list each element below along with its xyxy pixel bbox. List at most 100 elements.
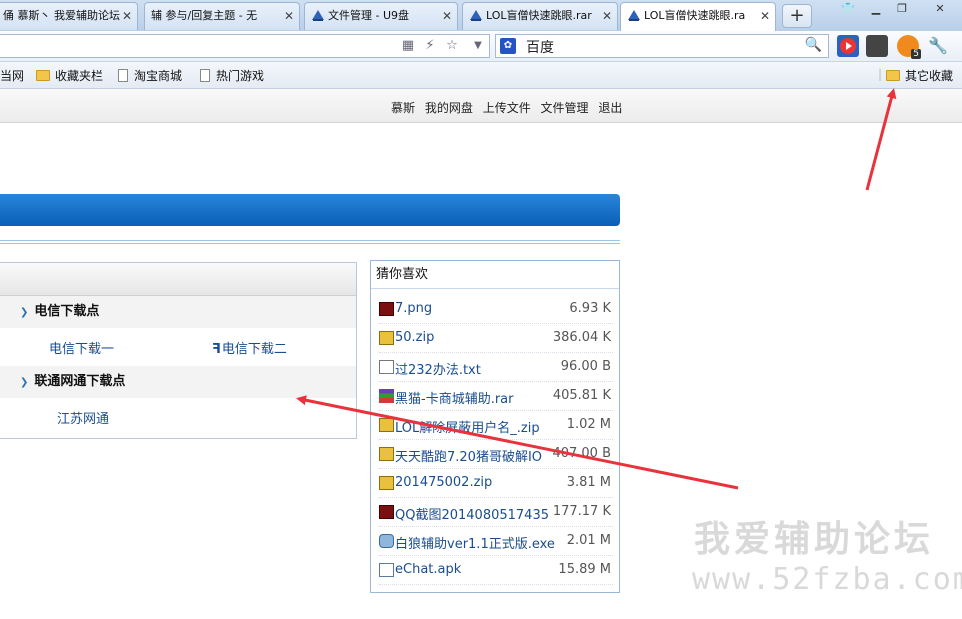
file-manage-link[interactable]: 文件管理: [541, 101, 589, 115]
restore-icon[interactable]: ❐: [890, 1, 914, 19]
bookmark-label: 淘宝商城: [134, 69, 183, 83]
my-disk-link[interactable]: 我的网盘: [425, 101, 473, 115]
telecom-links: 电信下载一 ꟻ电信下载二: [0, 328, 356, 366]
title-banner: [0, 194, 620, 226]
qrcode-icon[interactable]: ▦: [398, 37, 418, 55]
telecom-download-2[interactable]: ꟻ电信下载二: [212, 338, 287, 357]
file-name[interactable]: 白狼辅助ver1.1正式版.exe: [395, 533, 555, 552]
file-name[interactable]: 天天酷跑7.20猪哥破解IO: [395, 446, 555, 465]
zip-icon: [379, 447, 394, 461]
close-icon[interactable]: ✕: [122, 3, 132, 29]
upload-link[interactable]: 上传文件: [483, 101, 531, 115]
close-icon[interactable]: ✕: [442, 3, 452, 29]
file-size: 1.02 M: [566, 417, 611, 432]
search-box[interactable]: ✿ 百度 🔍: [495, 34, 829, 58]
close-icon[interactable]: ✕: [284, 3, 294, 29]
close-window-icon[interactable]: ✕: [928, 1, 952, 19]
zip-icon: [379, 418, 394, 432]
search-engine-label: 百度: [526, 40, 554, 56]
dropdown-icon[interactable]: ▼: [468, 37, 488, 55]
tab-title: LOL盲僧快速跳眼.ra: [644, 9, 746, 22]
file-size: 386.04 K: [552, 330, 611, 345]
bookmark-item[interactable]: 淘宝商城: [118, 67, 182, 84]
page-icon: [200, 69, 210, 82]
png-icon: [379, 302, 394, 316]
file-name[interactable]: QQ截图2014080517435: [395, 504, 555, 523]
file-name[interactable]: LOL解除屏蔽用户名_.zip: [395, 417, 555, 436]
minimize-icon[interactable]: ▁: [864, 1, 888, 19]
divider: [0, 240, 620, 244]
file-name[interactable]: 7.png: [395, 301, 555, 316]
address-toolbar: ▦ ⚡ ☆ ▼ ✿ 百度 🔍 5 🔧: [0, 31, 962, 62]
file-name[interactable]: eChat.apk: [395, 562, 555, 577]
file-size: 2.01 M: [566, 533, 611, 548]
file-size: 177.17 K: [552, 504, 611, 519]
telecom-download-1[interactable]: 电信下载一: [49, 338, 114, 357]
recommend-item[interactable]: 天天酷跑7.20猪哥破解IO 407.00 B: [379, 440, 613, 469]
browser-tab[interactable]: 俑 慕斯丶 我爱辅助论坛 ✕: [0, 2, 138, 30]
file-name[interactable]: 201475002.zip: [395, 475, 555, 490]
watermark-url: www.52fzba.com: [692, 562, 962, 597]
bookmark-label: 热门游戏: [216, 69, 265, 83]
site-header: 慕斯 我的网盘 上传文件 文件管理 退出: [0, 89, 962, 123]
recommend-item[interactable]: 过232办法.txt 96.00 B: [379, 353, 613, 382]
file-name[interactable]: 50.zip: [395, 330, 555, 345]
other-bookmarks[interactable]: 其它收藏: [886, 67, 953, 84]
download-panel: ❯ 电信下载点 电信下载一 ꟻ电信下载二 ❯ 联通网通下载点 江苏网通: [0, 262, 357, 439]
browser-tab[interactable]: 辅 参与/回复主题 - 无 ✕: [144, 2, 300, 30]
close-icon[interactable]: ✕: [760, 3, 770, 29]
link-label: 电信下载二: [221, 342, 287, 357]
cinema-icon[interactable]: [866, 35, 888, 57]
tab-title: 辅 参与/回复主题 - 无: [151, 9, 258, 22]
bookmark-folder[interactable]: 收藏夹栏: [36, 67, 103, 84]
download-panel-header: [0, 263, 356, 296]
user-nav: 慕斯 我的网盘 上传文件 文件管理 退出: [391, 99, 628, 116]
recommend-item[interactable]: QQ截图2014080517435 177.17 K: [379, 498, 613, 527]
new-tab-button[interactable]: +: [782, 4, 812, 28]
folder-icon: [36, 70, 50, 81]
recommend-item[interactable]: 白狼辅助ver1.1正式版.exe 2.01 M: [379, 527, 613, 556]
file-size: 407.00 B: [552, 446, 611, 461]
user-name[interactable]: 慕斯: [391, 101, 415, 115]
recommend-item[interactable]: 7.png 6.93 K: [379, 295, 613, 324]
extension-badge: 5: [911, 49, 921, 59]
section-label: 联通网通下载点: [34, 374, 126, 389]
logout-link[interactable]: 退出: [598, 101, 622, 115]
apk-icon: [379, 563, 394, 577]
video-icon[interactable]: [837, 35, 859, 57]
bookmark-item[interactable]: 当网: [0, 67, 24, 84]
unicom-download-1[interactable]: 江苏网通: [57, 408, 109, 427]
url-field[interactable]: ▦ ⚡ ☆ ▼: [0, 34, 490, 58]
file-name[interactable]: 过232办法.txt: [395, 359, 555, 378]
recommend-item[interactable]: 黑猫-卡商城辅助.rar 405.81 K: [379, 382, 613, 411]
rar-icon: [379, 389, 394, 403]
recommend-item[interactable]: 50.zip 386.04 K: [379, 324, 613, 353]
close-icon[interactable]: ✕: [602, 3, 612, 29]
chevron-right-icon: ❯: [20, 377, 29, 388]
baidu-icon[interactable]: ✿: [500, 38, 516, 54]
watermark-title: 我爱辅助论坛: [694, 519, 935, 560]
search-icon[interactable]: 🔍: [805, 37, 822, 53]
browser-tab[interactable]: LOL盲僧快速跳眼.rar ✕: [462, 2, 618, 30]
wrench-icon[interactable]: 🔧: [928, 36, 950, 58]
browser-tab-active[interactable]: LOL盲僧快速跳眼.ra ✕: [620, 2, 776, 31]
unicom-links: 江苏网通: [0, 398, 356, 436]
recommend-item[interactable]: eChat.apk 15.89 M: [379, 556, 613, 585]
bookmark-label: 收藏夹栏: [55, 69, 104, 83]
extension-icon[interactable]: 5: [897, 35, 921, 59]
bookmarks-bar: 当网 收藏夹栏 淘宝商城 热门游戏 | 其它收藏: [0, 62, 962, 89]
exe-icon: [379, 534, 394, 548]
lightning-icon[interactable]: ⚡: [420, 37, 440, 55]
separator: |: [878, 67, 883, 81]
file-name[interactable]: 黑猫-卡商城辅助.rar: [395, 388, 555, 407]
zip-icon: [379, 331, 394, 345]
txt-icon: [379, 360, 394, 374]
browser-tab[interactable]: 文件管理 - U9盘 ✕: [304, 2, 458, 30]
bookmark-item[interactable]: 热门游戏: [200, 67, 264, 84]
recommend-item[interactable]: LOL解除屏蔽用户名_.zip 1.02 M: [379, 411, 613, 440]
skin-icon[interactable]: 👕: [836, 1, 860, 19]
recommend-item[interactable]: 201475002.zip 3.81 M: [379, 469, 613, 498]
star-icon[interactable]: ☆: [442, 37, 462, 55]
recommend-panel: 猜你喜欢 7.png 6.93 K 50.zip 386.04 K 过232办法.txt…: [370, 260, 620, 593]
png-icon: [379, 505, 394, 519]
